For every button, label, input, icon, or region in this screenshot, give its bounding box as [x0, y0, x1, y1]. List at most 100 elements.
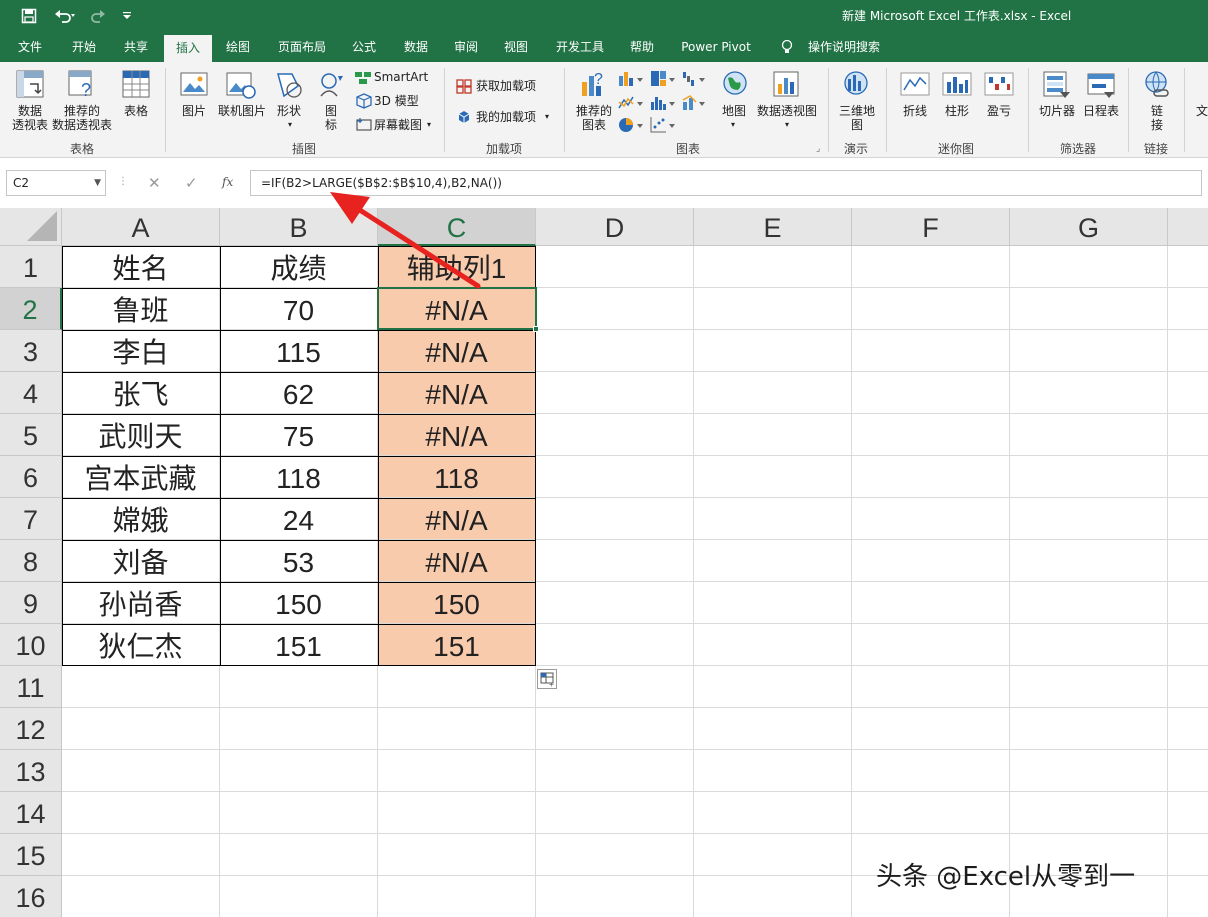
- link-button[interactable]: 链 接: [1148, 104, 1166, 132]
- row-header-6[interactable]: 6: [0, 456, 62, 498]
- svg-text:?: ?: [594, 71, 603, 88]
- svg-text:?: ?: [81, 80, 91, 100]
- 3d-map-button[interactable]: 三维地 图: [836, 104, 878, 132]
- row-header-4[interactable]: 4: [0, 372, 62, 414]
- tab-share[interactable]: 共享: [114, 32, 158, 62]
- stat-chart-icon[interactable]: [650, 94, 676, 116]
- row-header-10[interactable]: 10: [0, 624, 62, 666]
- shapes-dropdown-icon[interactable]: ▾: [285, 118, 295, 132]
- row-header-14[interactable]: 14: [0, 792, 62, 834]
- sparkline-column-button[interactable]: 柱形: [940, 104, 974, 118]
- shapes-button[interactable]: 形状: [272, 104, 306, 118]
- row-header-12[interactable]: 12: [0, 708, 62, 750]
- tab-data[interactable]: 数据: [394, 32, 438, 62]
- tab-insert[interactable]: 插入: [164, 35, 212, 62]
- customize-qat-icon[interactable]: [118, 4, 136, 28]
- hierarchy-chart-icon[interactable]: [650, 70, 676, 92]
- sparkline-winloss-icon: [984, 72, 1014, 102]
- column-header-h-partial[interactable]: [1168, 208, 1208, 246]
- worksheet-grid[interactable]: A B C D E F G 1 2 3 4 5 6 7 8 9 10 11 12 13 14 15 16 姓名…: [0, 208, 1208, 917]
- column-header-a[interactable]: A: [62, 208, 220, 246]
- table-button[interactable]: 表格: [118, 104, 154, 118]
- column-header-g[interactable]: G: [1010, 208, 1168, 246]
- recommended-pivot-button[interactable]: 推荐的 数据透视表: [52, 104, 112, 132]
- row-header-2[interactable]: 2: [0, 288, 62, 330]
- timeline-button[interactable]: 日程表: [1080, 104, 1122, 118]
- name-box[interactable]: C2 ▼: [6, 170, 106, 196]
- icons-button[interactable]: 图 标: [320, 104, 342, 132]
- row-header-16[interactable]: 16: [0, 876, 62, 917]
- column-header-d[interactable]: D: [536, 208, 694, 246]
- tab-view[interactable]: 视图: [494, 32, 538, 62]
- picture-button[interactable]: 图片: [176, 104, 212, 118]
- formula-input[interactable]: =IF(B2>LARGE($B$2:$B$10,4),B2,NA()): [250, 170, 1202, 196]
- tab-review[interactable]: 审阅: [444, 32, 488, 62]
- online-picture-button[interactable]: 联机图片: [214, 104, 270, 118]
- screenshot-dropdown-icon[interactable]: ▾: [424, 118, 434, 132]
- sparkline-winloss-button[interactable]: 盈亏: [982, 104, 1016, 118]
- smartart-button[interactable]: SmartArt: [374, 70, 428, 84]
- recommended-charts-button[interactable]: 推荐的 图表: [572, 104, 616, 132]
- tab-formulas[interactable]: 公式: [342, 32, 386, 62]
- group-separator: [444, 68, 445, 152]
- pivot-table-button[interactable]: 数据 透视表: [8, 104, 52, 132]
- 3d-model-button[interactable]: 3D 模型: [374, 94, 419, 108]
- row-header-15[interactable]: 15: [0, 834, 62, 876]
- pivot-chart-dropdown-icon[interactable]: ▾: [782, 118, 792, 132]
- svg-text:+: +: [549, 680, 554, 688]
- row-header-5[interactable]: 5: [0, 414, 62, 456]
- waterfall-chart-icon[interactable]: [682, 70, 708, 92]
- pie-chart-icon[interactable]: [618, 116, 644, 138]
- row-header-3[interactable]: 3: [0, 330, 62, 372]
- enter-icon[interactable]: ✓: [185, 174, 198, 192]
- fill-handle[interactable]: [533, 326, 539, 332]
- tab-file[interactable]: 文件: [8, 32, 52, 62]
- my-addins-dropdown-icon[interactable]: ▾: [542, 110, 552, 124]
- tab-help[interactable]: 帮助: [620, 32, 664, 62]
- tab-power-pivot[interactable]: Power Pivot: [674, 32, 758, 62]
- formula-bar-grip-icon: ⋮: [118, 176, 128, 187]
- charts-dialog-launcher-icon[interactable]: ⌟: [816, 144, 820, 154]
- tell-me-search[interactable]: 操作说明搜索: [800, 32, 888, 62]
- row-header-11[interactable]: 11: [0, 666, 62, 708]
- line-chart-icon[interactable]: [618, 94, 644, 116]
- select-all-corner[interactable]: [0, 208, 62, 246]
- map-chart-button[interactable]: 地图: [718, 104, 750, 118]
- redo-icon[interactable]: [85, 4, 113, 28]
- pivot-chart-button[interactable]: 数据透视图: [756, 104, 818, 118]
- slicer-button[interactable]: 切片器: [1036, 104, 1078, 118]
- sparkline-line-button[interactable]: 折线: [898, 104, 932, 118]
- group-label-sparklines: 迷你图: [938, 142, 975, 156]
- screenshot-button[interactable]: 屏幕截图: [374, 118, 422, 132]
- insert-function-icon[interactable]: fx: [222, 175, 233, 189]
- map-dropdown-icon[interactable]: ▾: [728, 118, 738, 132]
- tab-page-layout[interactable]: 页面布局: [270, 32, 334, 62]
- row-header-1[interactable]: 1: [0, 246, 62, 288]
- column-header-e[interactable]: E: [694, 208, 852, 246]
- column-chart-icon[interactable]: [618, 70, 644, 92]
- column-header-f[interactable]: F: [852, 208, 1010, 246]
- save-icon[interactable]: [18, 4, 40, 28]
- undo-icon[interactable]: [50, 4, 80, 28]
- row-header-8[interactable]: 8: [0, 540, 62, 582]
- column-header-b[interactable]: B: [220, 208, 378, 246]
- map-chart-icon: [722, 70, 748, 104]
- tab-draw[interactable]: 绘图: [216, 32, 260, 62]
- get-addins-button[interactable]: 获取加载项: [476, 79, 536, 93]
- cancel-icon[interactable]: ✕: [148, 174, 161, 192]
- row-header-13[interactable]: 13: [0, 750, 62, 792]
- name-box-dropdown-icon[interactable]: ▼: [94, 171, 101, 195]
- quick-analysis-icon[interactable]: +: [537, 669, 557, 689]
- lightbulb-icon[interactable]: [776, 32, 798, 62]
- scatter-chart-icon[interactable]: [650, 116, 676, 138]
- timeline-icon: [1086, 70, 1116, 104]
- my-addins-button[interactable]: 我的加载项: [476, 110, 536, 124]
- selected-cell-c2[interactable]: [377, 287, 537, 330]
- combo-chart-icon[interactable]: [682, 94, 708, 116]
- tab-developer[interactable]: 开发工具: [548, 32, 612, 62]
- text-group-partial[interactable]: 文: [1196, 104, 1208, 118]
- row-header-7[interactable]: 7: [0, 498, 62, 540]
- tab-home[interactable]: 开始: [62, 32, 106, 62]
- column-header-c[interactable]: C: [378, 208, 536, 246]
- row-header-9[interactable]: 9: [0, 582, 62, 624]
